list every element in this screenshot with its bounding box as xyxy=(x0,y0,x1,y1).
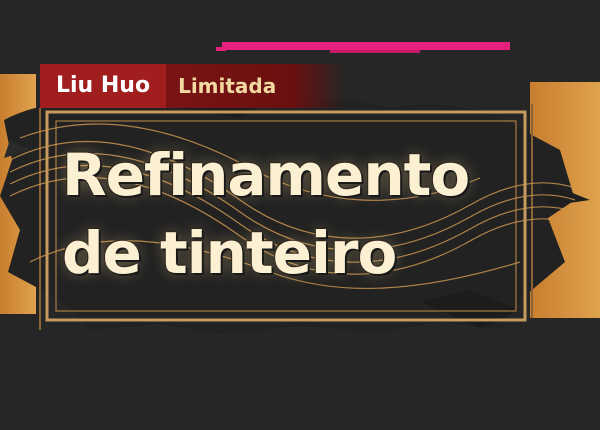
magenta-accent xyxy=(216,42,510,53)
banner-title: Refinamento de tinteiro xyxy=(62,136,582,292)
banner-tags: Liu Huo Limitada xyxy=(40,64,347,108)
banner-title-line-2: de tinteiro xyxy=(62,219,397,287)
character-tag: Liu Huo xyxy=(40,64,167,108)
banner-title-line-1: Refinamento xyxy=(62,141,470,209)
wish-banner[interactable]: Liu Huo Limitada Refinamento de tinteiro xyxy=(0,0,600,430)
wish-type-tag: Limitada xyxy=(166,64,347,108)
